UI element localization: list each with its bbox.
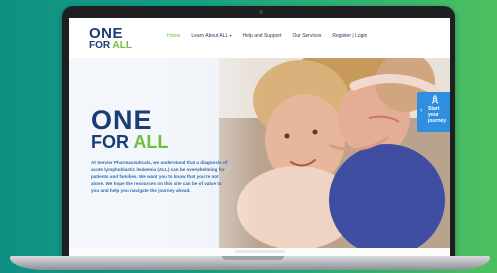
site-logo[interactable]: ONE FOR ALL [89,26,132,51]
rocket-icon [431,95,439,105]
below-fold-section [69,248,450,256]
logo-for: FOR [89,40,113,51]
journey-label-line3: journey [428,117,447,124]
site-header: ONE FOR ALL Home Learn About ALL ▾ Help … [69,18,450,58]
nav-register-login[interactable]: Register | Login [332,33,367,39]
hero-title-one: ONE [91,105,153,135]
main-nav: Home Learn About ALL ▾ Help and Support … [167,33,367,39]
laptop-base-notch [222,256,284,260]
chevron-down-icon: ▾ [229,33,232,38]
nav-learn-label: Learn About ALL [191,33,229,39]
chevron-left-icon: ‹ [420,107,423,114]
laptop-screen: ONE FOR ALL Home Learn About ALL ▾ Help … [69,18,450,256]
logo-one: ONE [89,25,124,42]
hero-title-for-all: FOR ALL [91,131,169,152]
webcam [259,10,263,14]
content-placeholder [235,250,285,253]
nav-learn-about-all[interactable]: Learn About ALL ▾ [191,33,231,39]
start-your-journey-tab[interactable]: ‹ Start your journey [417,92,450,132]
hero-section: ONE FOR ALL At Servier Pharmaceuticals, … [69,58,450,248]
nav-our-services[interactable]: Our Services [292,33,321,39]
hero-title-all: ALL [133,131,169,152]
nav-home[interactable]: Home [167,33,180,39]
hero-title-for: FOR [91,131,134,152]
journey-label: Start your journey [428,106,450,124]
nav-help-and-support[interactable]: Help and Support [243,33,282,39]
logo-all: ALL [112,40,132,51]
hero-fade-overlay [69,58,259,248]
logo-for-all: FOR ALL [89,41,132,51]
hero-title: ONE FOR ALL [91,105,169,152]
hero-intro-text: At Servier Pharmaceuticals, we understan… [91,160,228,194]
